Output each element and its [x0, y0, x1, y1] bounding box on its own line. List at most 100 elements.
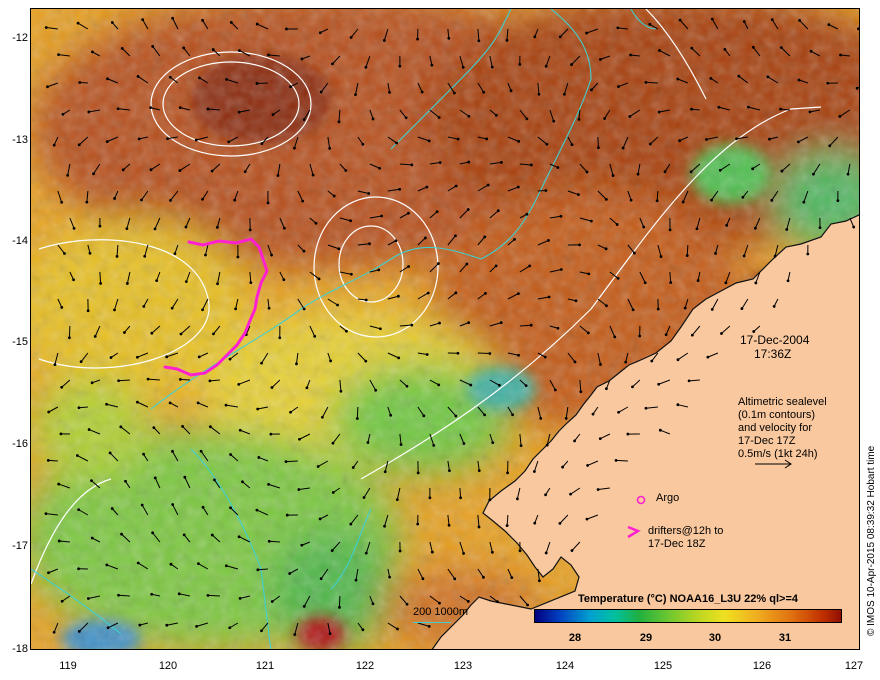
- velocity-arrow-head: [354, 578, 358, 582]
- velocity-arrow-head: [383, 470, 387, 474]
- velocity-arrow-head: [578, 243, 581, 247]
- velocity-arrow-head: [150, 331, 154, 335]
- velocity-arrow-head: [110, 21, 114, 24]
- isobath-legend-line: [413, 622, 451, 623]
- velocity-arrow-head: [676, 358, 680, 362]
- velocity-arrow-head: [561, 465, 565, 469]
- velocity-arrow-head: [313, 334, 317, 338]
- velocity-arrow-head: [839, 53, 842, 57]
- velocity-arrow-head: [184, 280, 188, 284]
- velocity-arrow-head: [184, 225, 188, 229]
- velocity-arrow-head: [216, 282, 219, 286]
- velocity-arrow-head: [717, 105, 721, 109]
- velocity-arrow-head: [87, 428, 91, 431]
- velocity-arrow-head: [349, 36, 353, 39]
- velocity-arrow-head: [152, 426, 156, 430]
- velocity-arrow-head: [483, 235, 487, 239]
- velocity-arrow-head: [405, 384, 409, 388]
- y-tick-label: -15: [12, 336, 28, 348]
- velocity-arrow-head: [270, 386, 274, 389]
- time-label: 17:36Z: [754, 347, 792, 361]
- velocity-arrow-head: [293, 146, 296, 150]
- velocity-arrow-head: [285, 513, 289, 517]
- velocity-arrow-head: [695, 227, 699, 231]
- velocity-arrow-head: [328, 632, 332, 636]
- velocity-arrow-head: [483, 413, 487, 417]
- velocity-arrow-head: [150, 592, 154, 596]
- velocity-arrow-head: [425, 185, 429, 189]
- velocity-arrow-head: [330, 549, 334, 552]
- velocity-arrow-head: [484, 291, 487, 295]
- velocity-arrow-head: [852, 225, 856, 229]
- velocity-arrow-head: [456, 351, 460, 355]
- velocity-arrow-head: [437, 262, 440, 265]
- velocity-arrow: [477, 352, 490, 355]
- velocity-arrow-head: [836, 199, 840, 203]
- y-tick-label: -18: [12, 643, 28, 655]
- velocity-arrow-head: [298, 437, 301, 441]
- velocity-arrow-head: [90, 536, 94, 540]
- velocity-arrow-head: [285, 27, 288, 31]
- velocity-arrow-head: [149, 168, 153, 172]
- velocity-arrow-head: [44, 512, 48, 516]
- x-tick-label: 122: [355, 660, 375, 672]
- velocity-arrow-head: [99, 282, 103, 285]
- velocity-arrow-head: [141, 18, 145, 21]
- velocity-arrow-head: [438, 161, 442, 164]
- velocity-arrow-head: [63, 252, 66, 255]
- velocity-arrow-head: [115, 255, 119, 258]
- velocity-arrow-head: [331, 491, 335, 494]
- velocity-arrow-head: [169, 562, 173, 566]
- velocity-arrow-head: [631, 385, 634, 389]
- velocity-arrow-head: [166, 137, 169, 141]
- velocity-arrow-head: [142, 452, 145, 456]
- velocity-arrow-head: [827, 23, 831, 27]
- velocity-arrow-head: [125, 282, 129, 285]
- y-tick-label: -14: [12, 235, 28, 247]
- velocity-arrow-head: [496, 209, 500, 213]
- velocity-arrow-head: [332, 194, 336, 198]
- velocity-arrow-head: [655, 199, 659, 203]
- velocity-arrow-head: [538, 579, 541, 583]
- velocity-arrow-head: [171, 449, 174, 453]
- velocity-arrow-head: [201, 18, 204, 22]
- velocity-arrow-head: [288, 572, 292, 575]
- sst-map[interactable]: [30, 8, 860, 650]
- velocity-arrow-head: [407, 211, 410, 215]
- velocity-arrow-head: [90, 479, 93, 483]
- velocity-arrow-head: [399, 443, 403, 446]
- velocity-arrow-head: [772, 304, 776, 308]
- velocity-arrow-head: [676, 77, 680, 81]
- velocity-arrow-head: [337, 120, 341, 124]
- velocity-arrow-head: [320, 415, 324, 419]
- velocity-arrow-head: [611, 174, 615, 177]
- velocity-arrow-head: [257, 456, 261, 459]
- velocity-arrow-head: [179, 332, 183, 336]
- velocity-arrow-head: [430, 63, 434, 67]
- velocity-arrow-head: [410, 323, 414, 327]
- velocity-arrow-head: [518, 63, 522, 66]
- velocity-arrow-head: [559, 214, 563, 218]
- velocity-arrow-head: [785, 228, 789, 231]
- velocity-arrow-head: [511, 413, 514, 417]
- velocity-arrow-head: [302, 307, 306, 311]
- velocity-arrow-head: [238, 596, 242, 600]
- velocity-arrow-head: [243, 170, 247, 174]
- velocity-arrow-head: [616, 26, 620, 30]
- velocity-arrow-head: [459, 496, 462, 500]
- velocity-arrow-head: [509, 89, 513, 93]
- velocity-arrow-head: [248, 228, 252, 232]
- velocity-arrow-head: [569, 492, 572, 496]
- x-tick-label: 124: [555, 660, 575, 672]
- velocity-arrow-head: [533, 521, 537, 525]
- velocity-arrow-head: [142, 305, 146, 308]
- velocity-arrow-head: [93, 335, 97, 338]
- velocity-arrow-head: [427, 624, 431, 628]
- velocity-arrow-head: [603, 117, 607, 120]
- velocity-arrow-head: [427, 139, 431, 143]
- velocity-arrow-head: [857, 27, 859, 31]
- velocity-arrow-head: [547, 239, 550, 242]
- velocity-arrow-head: [117, 379, 121, 383]
- velocity-arrow-head: [629, 198, 633, 202]
- velocity-arrow-head: [437, 383, 441, 387]
